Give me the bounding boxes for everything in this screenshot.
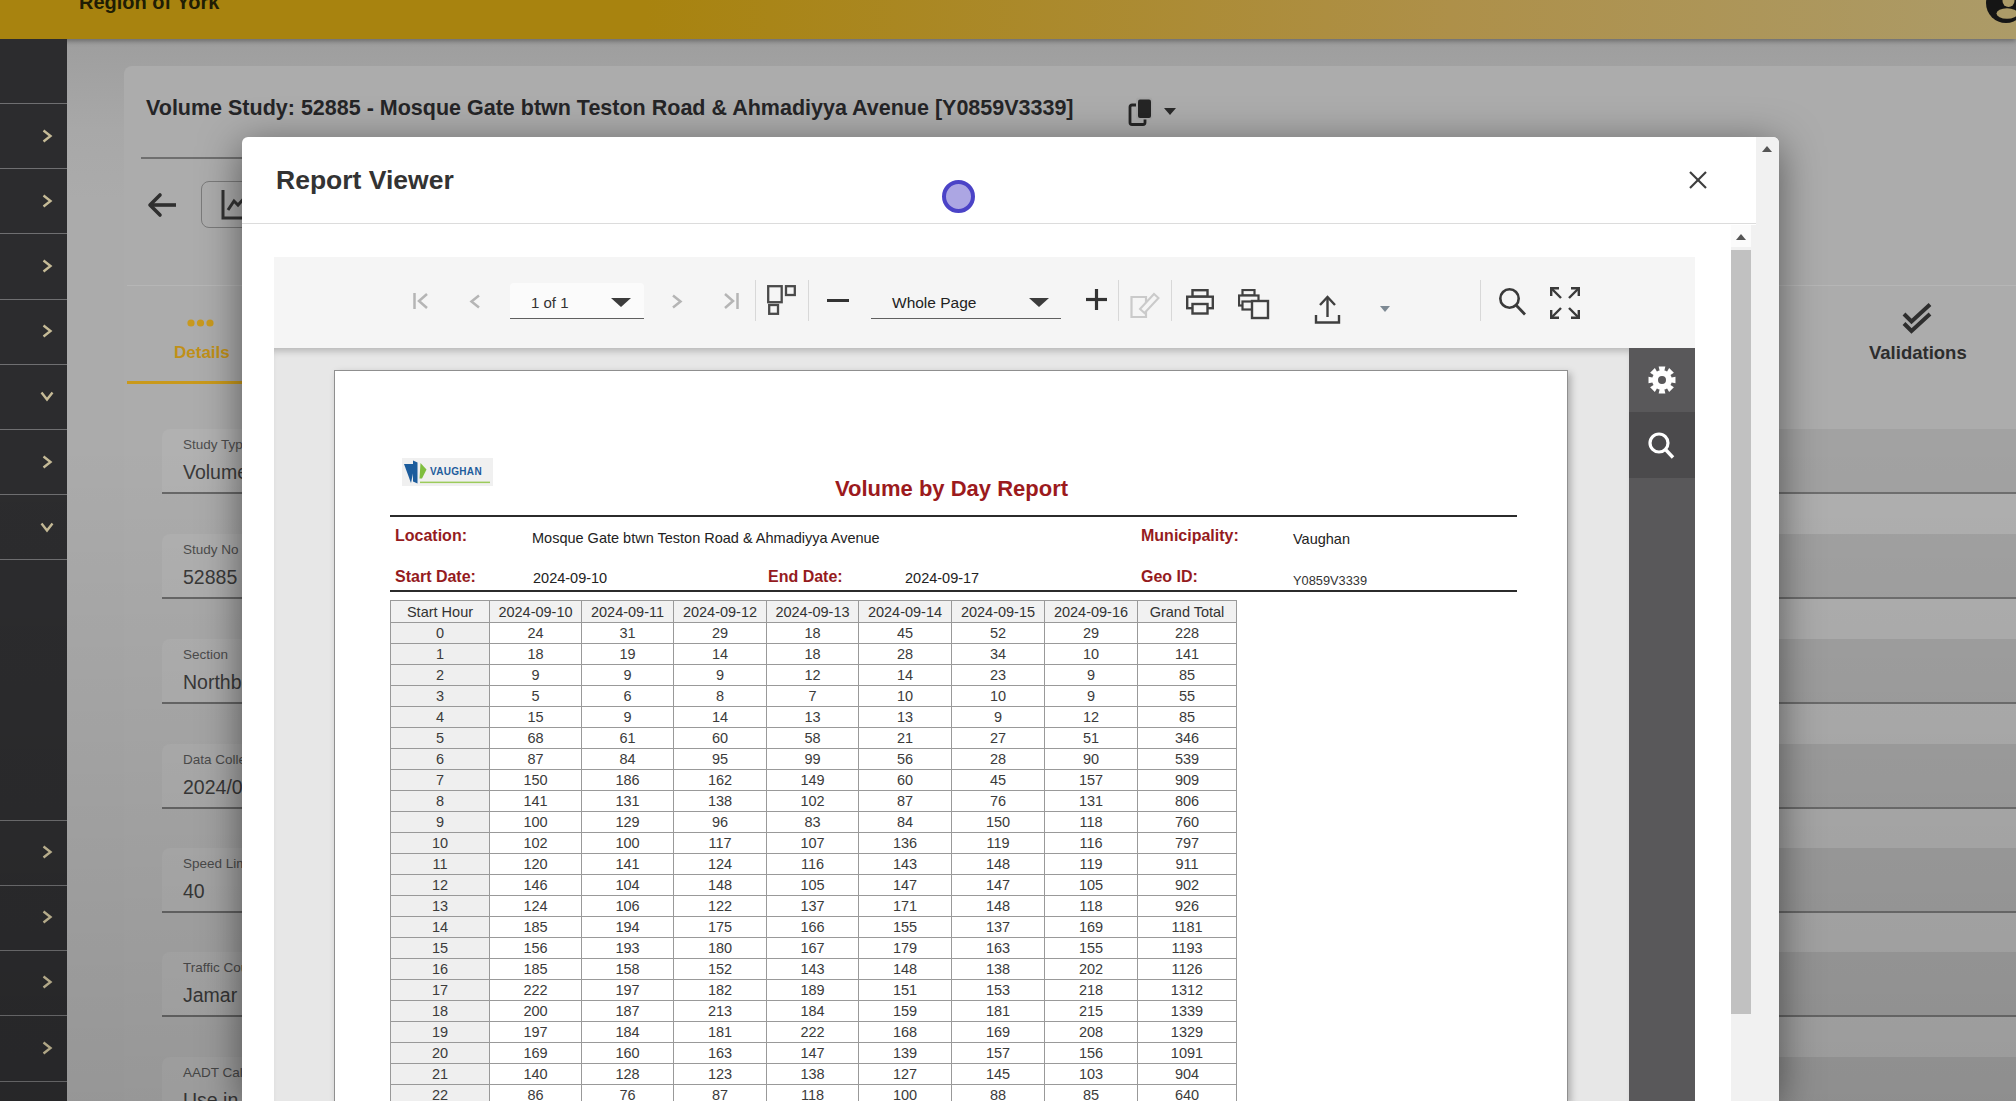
svg-text:VAUGHAN: VAUGHAN xyxy=(430,466,482,477)
